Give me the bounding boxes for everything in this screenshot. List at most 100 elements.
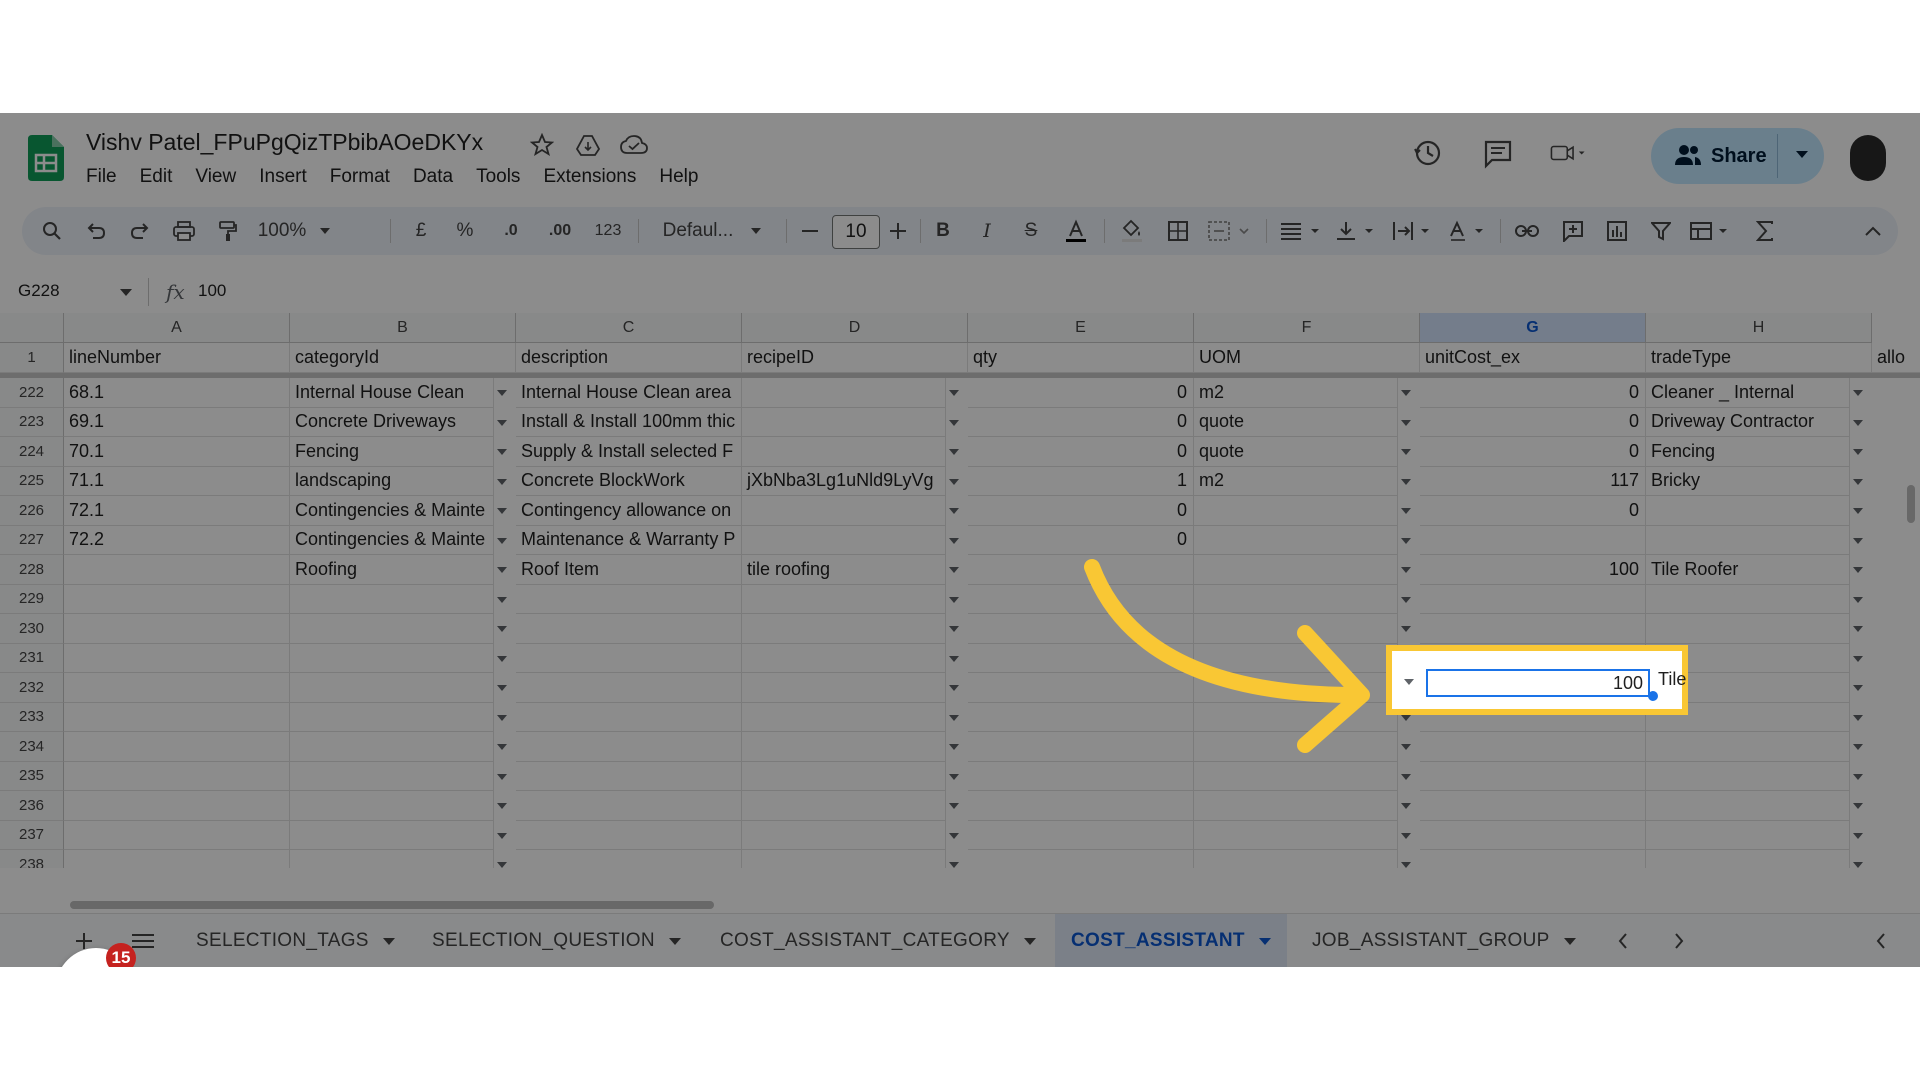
tab-chevron-down-icon[interactable] (1258, 937, 1271, 945)
share-menu-chevron-icon[interactable] (1795, 150, 1809, 160)
dropdown-chevron-down-icon[interactable] (497, 537, 507, 544)
dropdown-chevron-down-icon[interactable] (1853, 596, 1863, 603)
table-cell[interactable] (64, 732, 290, 762)
table-cell[interactable]: Contingencies & Mainte (290, 525, 494, 555)
table-cell[interactable] (742, 791, 946, 821)
filter-icon[interactable] (1644, 207, 1678, 255)
table-cell[interactable] (1194, 525, 1398, 555)
row-header[interactable]: 238 (0, 850, 64, 868)
header-cell[interactable]: recipeID (742, 343, 968, 373)
name-box-chevron-down-icon[interactable] (120, 289, 132, 296)
insert-link-icon[interactable] (1510, 207, 1544, 255)
table-cell[interactable] (516, 761, 742, 791)
table-cell[interactable] (1420, 820, 1646, 850)
dropdown-chevron-down-icon[interactable] (949, 537, 959, 544)
table-cell[interactable] (64, 673, 290, 703)
dropdown-chevron-down-icon[interactable] (497, 478, 507, 485)
header-cell[interactable]: qty (968, 343, 1194, 373)
currency-format-button[interactable]: £ (406, 207, 436, 255)
user-avatar[interactable] (1850, 135, 1886, 181)
table-cell[interactable]: Fencing (290, 437, 494, 467)
row-header[interactable]: 237 (0, 820, 64, 850)
dropdown-chevron-down-icon[interactable] (1853, 390, 1863, 396)
dropdown-chevron-down-icon[interactable] (497, 567, 507, 573)
table-cell[interactable] (742, 673, 946, 703)
dropdown-chevron-down-icon[interactable] (1401, 567, 1411, 573)
dropdown-chevron-down-icon[interactable] (1401, 537, 1411, 544)
dropdown-chevron-down-icon[interactable] (949, 685, 959, 691)
table-cell[interactable] (516, 791, 742, 821)
font-size-input[interactable]: 10 (832, 215, 880, 249)
fill-color-icon[interactable] (1116, 207, 1148, 255)
table-cell[interactable]: 0 (1420, 378, 1646, 408)
sheets-logo-icon[interactable] (28, 135, 64, 181)
fill-handle[interactable] (1648, 691, 1658, 701)
document-title[interactable]: Vishv Patel_FPuPgQizTPbibAOeDKYx (86, 129, 483, 156)
table-cell[interactable] (742, 407, 946, 437)
dropdown-chevron-down-icon[interactable] (949, 567, 959, 573)
table-cell[interactable]: quote (1194, 407, 1398, 437)
table-cell[interactable] (968, 850, 1194, 868)
tab-chevron-down-icon[interactable] (1563, 937, 1576, 945)
dropdown-chevron-down-icon[interactable] (1401, 832, 1411, 839)
dropdown-chevron-down-icon[interactable] (497, 419, 507, 426)
decrease-decimal-button[interactable]: .0 (494, 207, 528, 255)
text-color-icon[interactable] (1060, 207, 1092, 255)
row-header[interactable]: 227 (0, 525, 64, 555)
table-cell[interactable]: 72.1 (64, 496, 290, 526)
dropdown-chevron-down-icon[interactable] (1853, 567, 1863, 573)
dropdown-chevron-down-icon[interactable] (1853, 744, 1863, 750)
dropdown-chevron-down-icon[interactable] (949, 419, 959, 426)
menu-insert[interactable]: Insert (259, 166, 307, 188)
table-cell[interactable] (290, 850, 494, 868)
active-cell-g228[interactable]: 100 (1426, 669, 1650, 697)
name-box[interactable]: G228 (18, 281, 60, 301)
header-cell[interactable]: unitCost_ex (1420, 343, 1646, 373)
table-cell[interactable] (516, 850, 742, 868)
menu-format[interactable]: Format (330, 166, 390, 188)
table-cell[interactable] (742, 525, 946, 555)
dropdown-chevron-down-icon[interactable] (497, 714, 507, 721)
dropdown-chevron-down-icon[interactable] (949, 803, 959, 809)
header-cell[interactable]: description (516, 343, 742, 373)
menu-view[interactable]: View (195, 166, 236, 188)
dropdown-chevron-down-icon[interactable] (1401, 596, 1411, 603)
dropdown-chevron-down-icon[interactable] (1401, 773, 1411, 780)
table-cell[interactable]: landscaping (290, 466, 494, 496)
table-cell[interactable] (1646, 496, 1850, 526)
more-formats-button[interactable]: 123 (588, 207, 628, 255)
table-cell[interactable] (1420, 732, 1646, 762)
table-cell[interactable] (1646, 732, 1850, 762)
cloud-saved-icon[interactable] (620, 131, 648, 159)
table-cell[interactable] (64, 820, 290, 850)
menu-data[interactable]: Data (413, 166, 453, 188)
table-cell[interactable] (516, 673, 742, 703)
dropdown-chevron-down-icon[interactable] (1853, 478, 1863, 485)
dropdown-chevron-down-icon[interactable] (497, 390, 507, 396)
zoom-select[interactable]: 100% (254, 207, 334, 255)
dropdown-chevron-down-icon[interactable] (1853, 685, 1863, 691)
scroll-tabs-left-icon[interactable] (1618, 914, 1628, 967)
dropdown-chevron-down-icon[interactable] (949, 773, 959, 780)
percent-format-button[interactable]: % (450, 207, 480, 255)
table-cell[interactable] (290, 761, 494, 791)
dropdown-chevron-down-icon[interactable] (1853, 803, 1863, 809)
dropdown-chevron-down-icon[interactable] (949, 862, 959, 868)
collapse-toolbar-chevron-up-icon[interactable] (1858, 207, 1888, 255)
dropdown-chevron-down-icon[interactable] (1853, 714, 1863, 721)
version-history-icon[interactable] (1410, 135, 1446, 171)
table-cell[interactable]: Concrete BlockWork (516, 466, 742, 496)
formula-input[interactable]: 100 (198, 281, 226, 301)
strikethrough-icon[interactable]: S (1016, 207, 1046, 255)
table-cell[interactable] (64, 584, 290, 614)
table-cell[interactable]: 70.1 (64, 437, 290, 467)
dropdown-chevron-down-icon[interactable] (949, 626, 959, 632)
dropdown-chevron-down-icon[interactable] (497, 449, 507, 455)
select-all-corner[interactable] (0, 313, 64, 343)
vertical-align-icon[interactable] (1332, 207, 1382, 255)
table-cell[interactable] (64, 555, 290, 585)
table-cell[interactable]: Maintenance & Warranty P (516, 525, 742, 555)
table-cell[interactable] (1420, 791, 1646, 821)
table-cell[interactable] (1194, 761, 1398, 791)
dropdown-chevron-down-icon[interactable] (497, 744, 507, 750)
